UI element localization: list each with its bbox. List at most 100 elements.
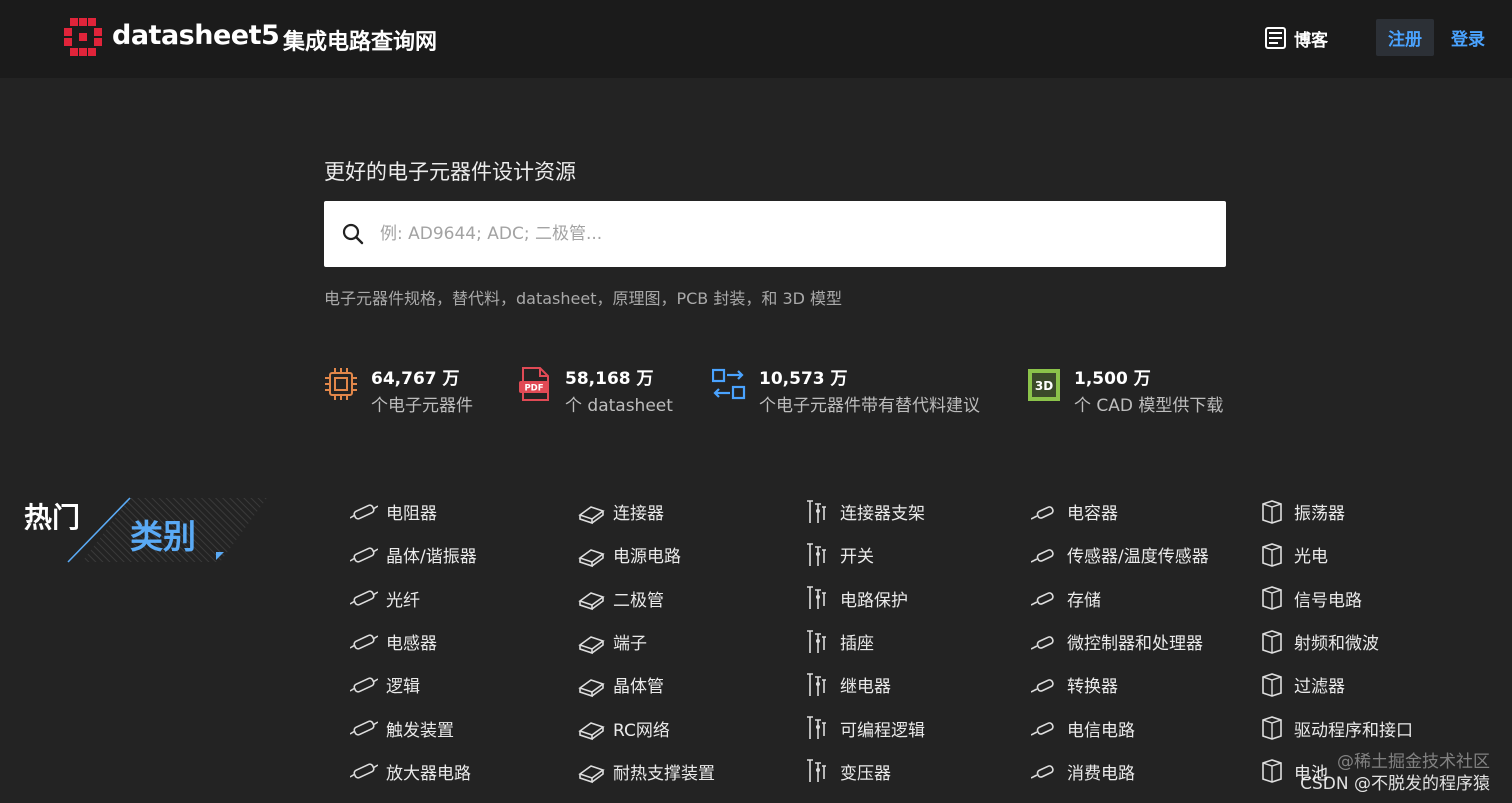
rc-network-icon [578, 722, 605, 741]
category-item[interactable]: RC网络 [577, 706, 804, 749]
register-button[interactable]: 注册 [1376, 19, 1434, 56]
category-item[interactable]: 逻辑 [350, 663, 577, 706]
category-item[interactable]: 消费电路 [1031, 750, 1258, 793]
category-item[interactable]: 晶体管 [577, 663, 804, 706]
transistor-icon [578, 678, 605, 697]
category-label: 存储 [1067, 590, 1101, 611]
category-item[interactable]: 信号电路 [1258, 577, 1485, 620]
hero-subtitle: 电子元器件规格，替代料，datasheet，原理图，PCB 封装，和 3D 模型 [324, 289, 843, 308]
capacitor-icon [1031, 505, 1054, 520]
programmable-logic-icon [807, 716, 826, 740]
category-item[interactable]: 触发装置 [350, 706, 577, 749]
category-label: 电阻器 [386, 504, 437, 525]
inductor-icon [350, 633, 378, 650]
category-item[interactable]: 光电 [1258, 533, 1485, 576]
category-label: 插座 [840, 634, 874, 655]
category-item[interactable]: 连接器支架 [804, 490, 1031, 533]
category-label: 微控制器和处理器 [1067, 634, 1203, 655]
search-box[interactable] [324, 201, 1226, 267]
category-item[interactable]: 微控制器和处理器 [1031, 620, 1258, 663]
category-label: 射频和微波 [1294, 634, 1379, 655]
blog-label: 博客 [1294, 30, 1328, 51]
category-label: 连接器 [613, 504, 664, 525]
heat-support-icon [578, 765, 605, 784]
consumer-circuit-icon [1031, 765, 1054, 780]
logo-text[interactable]: datasheet5 [112, 20, 280, 51]
search-input[interactable] [378, 223, 1182, 245]
svg-text:PDF: PDF [524, 384, 543, 394]
pdf-icon: PDF [519, 367, 549, 401]
category-item[interactable]: 二极管 [577, 577, 804, 620]
category-item[interactable]: 插座 [804, 620, 1031, 663]
category-label: 光纤 [386, 590, 420, 611]
sensor-icon [1031, 549, 1054, 563]
stat-number: 58,168 万 [565, 369, 654, 389]
category-label: 端子 [613, 634, 647, 655]
stat-components: 64,767 万 个电子元器件 [324, 362, 494, 418]
oscillator-icon [1262, 499, 1282, 524]
category-label: 开关 [840, 547, 874, 568]
category-item[interactable]: 振荡器 [1258, 490, 1485, 533]
category-label: 连接器支架 [840, 504, 925, 525]
category-item[interactable]: 电路保护 [804, 577, 1031, 620]
login-button[interactable]: 登录 [1444, 19, 1492, 56]
category-item[interactable]: 变压器 [804, 750, 1031, 793]
category-label: 光电 [1294, 547, 1328, 568]
category-item[interactable]: 电感器 [350, 620, 577, 663]
watermark-line1: @稀土掘金技术社区 [1337, 752, 1490, 772]
transformer-icon [807, 759, 826, 783]
category-item[interactable]: 驱动程序和接口 [1258, 706, 1485, 749]
driver-icon [1262, 716, 1282, 740]
category-label: 放大器电路 [386, 763, 471, 784]
category-item[interactable]: 电信电路 [1031, 706, 1258, 749]
chip-icon [325, 368, 357, 400]
category-item[interactable]: 射频和微波 [1258, 620, 1485, 663]
logo-icon[interactable] [64, 18, 102, 56]
category-item[interactable]: 光纤 [350, 577, 577, 620]
connector-icon [578, 505, 605, 524]
stat-desc: 个电子元器件 [371, 396, 473, 416]
category-item[interactable]: 继电器 [804, 663, 1031, 706]
heading-part2: 类别 [130, 517, 196, 556]
logic-icon [350, 677, 378, 693]
3d-icon: 3D [1028, 369, 1060, 401]
category-item[interactable]: 电容器 [1031, 490, 1258, 533]
hot-categories-heading: 热门 类别 [22, 496, 272, 566]
watermark: @稀土掘金技术社区 CSDN @不脱发的程序猿 [1300, 751, 1490, 795]
category-item[interactable]: 传感器/温度传感器 [1031, 533, 1258, 576]
socket-icon [807, 629, 826, 653]
telecom-icon [1031, 722, 1054, 736]
category-item[interactable]: 转换器 [1031, 663, 1258, 706]
category-label: 振荡器 [1294, 504, 1345, 525]
category-item[interactable]: 连接器 [577, 490, 804, 533]
category-label: 转换器 [1067, 677, 1118, 698]
search-icon[interactable] [342, 223, 364, 245]
stat-desc: 个电子元器件带有替代料建议 [759, 396, 980, 416]
category-label: 晶体管 [613, 677, 664, 698]
logo-subtitle: 集成电路查询网 [283, 30, 438, 55]
category-item[interactable]: 放大器电路 [350, 750, 577, 793]
category-label: 电路保护 [840, 590, 908, 611]
category-label: 可编程逻辑 [840, 720, 925, 741]
category-label: 消费电路 [1067, 763, 1135, 784]
circuit-protection-icon [807, 586, 826, 610]
category-item[interactable]: 过滤器 [1258, 663, 1485, 706]
blog-link[interactable]: 博客 [1264, 24, 1328, 52]
switch-icon [807, 543, 826, 566]
category-label: 继电器 [840, 677, 891, 698]
category-label: 逻辑 [386, 677, 420, 698]
category-item[interactable]: 存储 [1031, 577, 1258, 620]
category-label: 晶体/谐振器 [386, 547, 477, 568]
category-item[interactable]: 开关 [804, 533, 1031, 576]
category-item[interactable]: 端子 [577, 620, 804, 663]
category-item[interactable]: 电源电路 [577, 533, 804, 576]
battery-icon [1262, 759, 1282, 784]
connector-bracket-icon [807, 499, 826, 523]
category-item[interactable]: 耐热支撑装置 [577, 750, 804, 793]
category-item[interactable]: 晶体/谐振器 [350, 533, 577, 576]
hero-tagline: 更好的电子元器件设计资源 [324, 160, 576, 184]
converter-icon [1031, 678, 1054, 693]
category-item[interactable]: 可编程逻辑 [804, 706, 1031, 749]
stat-number: 1,500 万 [1074, 369, 1151, 389]
category-item[interactable]: 电阻器 [350, 490, 577, 533]
